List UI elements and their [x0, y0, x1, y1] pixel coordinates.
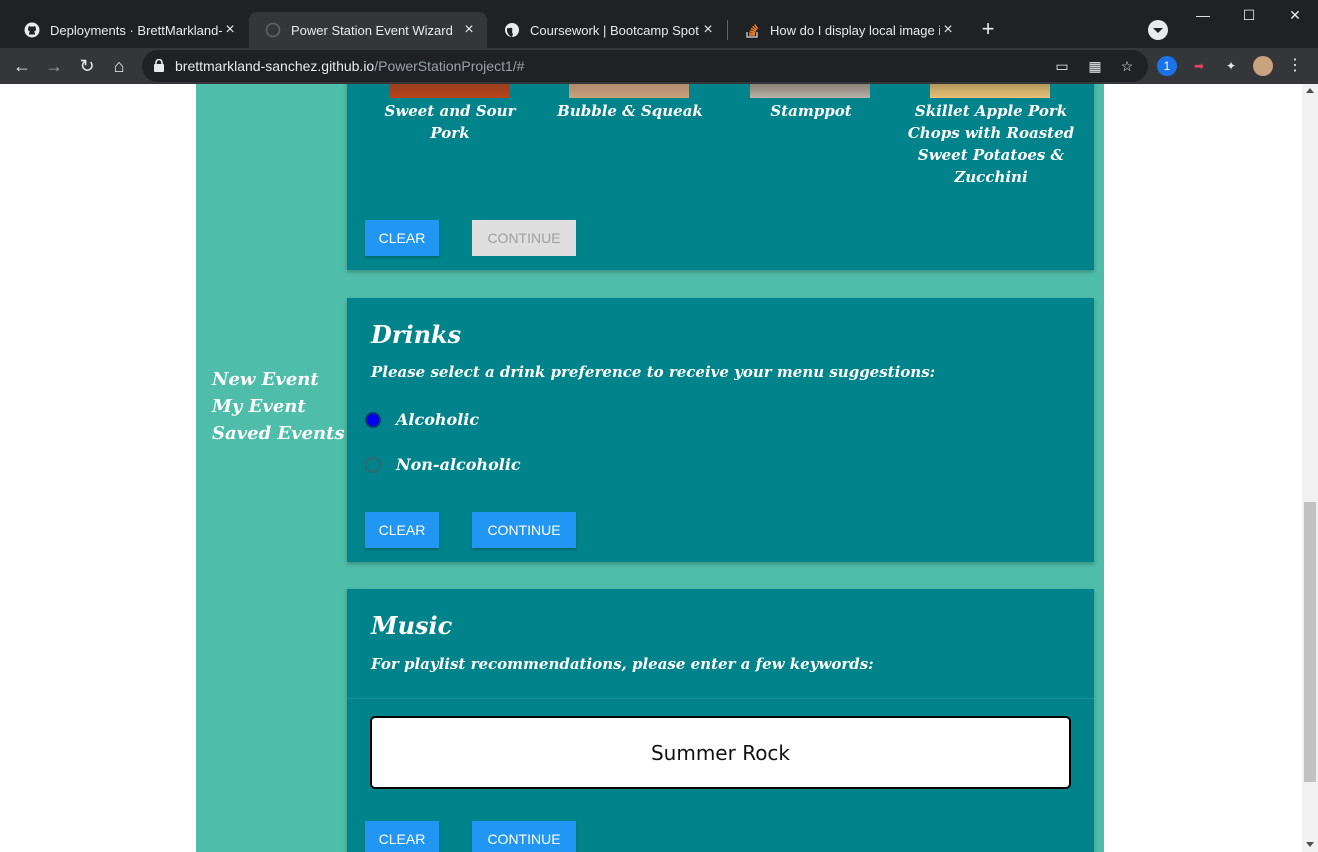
browser-tab-power-station[interactable]: Power Station Event Wizard ×	[249, 12, 487, 48]
close-icon[interactable]: ×	[461, 22, 477, 38]
food-item-label[interactable]: Sweet and Sour Pork	[365, 100, 535, 144]
password-manager-icon[interactable]: 1	[1157, 56, 1177, 76]
minimize-icon[interactable]: —	[1180, 0, 1226, 30]
tab-title: How do I display local image in r	[770, 22, 940, 38]
drink-option-non-alcoholic[interactable]: Non-alcoholic	[365, 455, 521, 474]
page-viewport: New Event My Event Saved Events Sweet an…	[0, 84, 1302, 852]
vertical-scrollbar[interactable]	[1302, 84, 1318, 852]
globe-icon	[504, 22, 520, 38]
reload-icon[interactable]: ↻	[73, 52, 101, 80]
scroll-thumb[interactable]	[1304, 502, 1316, 782]
drink-option-label: Non-alcoholic	[396, 455, 521, 474]
music-subtitle: For playlist recommendations, please ent…	[371, 655, 874, 673]
music-keywords-input[interactable]	[370, 716, 1071, 789]
tab-search-icon[interactable]	[1148, 20, 1168, 40]
food-card: Sweet and Sour Pork Bubble & Squeak Stam…	[347, 84, 1094, 270]
browser-tab-stackoverflow[interactable]: How do I display local image in r ×	[728, 12, 966, 48]
url-host: brettmarkland-sanchez.github.io	[175, 58, 375, 74]
home-icon[interactable]: ⌂	[105, 52, 133, 80]
scroll-down-arrow-icon[interactable]	[1306, 842, 1314, 847]
music-clear-button[interactable]: CLEAR	[365, 821, 439, 852]
cast-icon[interactable]: ▭	[1054, 58, 1070, 74]
back-arrow-icon[interactable]: ←	[8, 52, 36, 80]
browser-tab-deployments[interactable]: Deployments · BrettMarkland-Sa ×	[8, 12, 248, 48]
scroll-up-arrow-icon[interactable]	[1306, 88, 1314, 93]
food-item-label[interactable]: Skillet Apple Pork Chops with Roasted Sw…	[906, 100, 1076, 188]
tab-title: Power Station Event Wizard	[291, 22, 453, 38]
nav-my-event[interactable]: My Event	[212, 393, 345, 420]
close-icon[interactable]: ×	[222, 22, 238, 38]
browser-tab-coursework[interactable]: Coursework | Bootcamp Spot ×	[488, 12, 726, 48]
food-item-label[interactable]: Bubble & Squeak	[545, 100, 715, 122]
drinks-title: Drinks	[371, 320, 462, 349]
forward-arrow-icon[interactable]: →	[40, 52, 68, 80]
divider	[347, 698, 1094, 699]
drinks-clear-button[interactable]: CLEAR	[365, 512, 439, 548]
food-image[interactable]	[930, 84, 1050, 98]
drinks-subtitle: Please select a drink preference to rece…	[371, 363, 936, 381]
tab-title: Deployments · BrettMarkland-Sa	[50, 22, 222, 38]
globe-icon	[265, 22, 281, 38]
extension-icon[interactable]: ➡	[1189, 56, 1209, 76]
food-continue-button[interactable]: CONTINUE	[472, 220, 576, 256]
tab-title: Coursework | Bootcamp Spot	[530, 22, 699, 38]
address-bar[interactable]: brettmarkland-sanchez.github.io/PowerSta…	[142, 50, 1148, 82]
close-icon[interactable]: ×	[700, 22, 716, 38]
music-continue-button[interactable]: CONTINUE	[472, 821, 576, 852]
extensions-puzzle-icon[interactable]: ✦	[1221, 56, 1241, 76]
profile-avatar[interactable]	[1253, 56, 1273, 76]
food-image[interactable]	[750, 84, 870, 98]
url-path: /PowerStationProject1/#	[374, 58, 525, 74]
close-icon[interactable]: ×	[940, 22, 956, 38]
drinks-card: Drinks Please select a drink preference …	[347, 298, 1094, 562]
github-icon	[24, 22, 40, 38]
browser-toolbar: ← → ↻ ⌂ brettmarkland-sanchez.github.io/…	[0, 48, 1318, 84]
window-close-icon[interactable]: ✕	[1272, 0, 1318, 30]
food-item-label[interactable]: Stamppot	[726, 100, 896, 122]
music-card: Music For playlist recommendations, plea…	[347, 589, 1094, 852]
nav-new-event[interactable]: New Event	[212, 366, 345, 393]
browser-tab-strip: Deployments · BrettMarkland-Sa × Power S…	[0, 0, 1318, 48]
side-nav: New Event My Event Saved Events	[212, 366, 345, 447]
new-tab-button[interactable]: +	[974, 16, 1002, 44]
food-image[interactable]	[389, 84, 509, 98]
radio-unselected-icon[interactable]	[365, 456, 381, 473]
music-title: Music	[371, 611, 453, 640]
food-image[interactable]	[569, 84, 689, 98]
drink-option-alcoholic[interactable]: Alcoholic	[365, 410, 479, 429]
url-text: brettmarkland-sanchez.github.io/PowerSta…	[175, 58, 524, 74]
more-menu-icon[interactable]: ⋮	[1285, 56, 1305, 76]
app-container: New Event My Event Saved Events Sweet an…	[196, 84, 1104, 852]
radio-selected-icon[interactable]	[365, 411, 381, 428]
lock-icon	[154, 59, 164, 72]
bookmark-star-icon[interactable]: ☆	[1119, 58, 1135, 74]
nav-saved-events[interactable]: Saved Events	[212, 420, 345, 447]
stackoverflow-icon	[744, 22, 760, 38]
drink-option-label: Alcoholic	[396, 410, 480, 429]
food-clear-button[interactable]: CLEAR	[365, 220, 439, 256]
drinks-continue-button[interactable]: CONTINUE	[472, 512, 576, 548]
qr-code-icon[interactable]: ▦	[1087, 58, 1103, 74]
maximize-icon[interactable]: ☐	[1226, 0, 1272, 30]
